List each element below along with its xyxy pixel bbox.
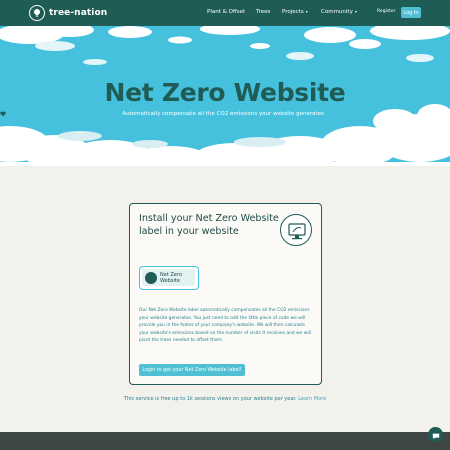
- logo[interactable]: tree-nation: [29, 5, 107, 21]
- top-navigation: tree-nation Plant & Offset Trees Project…: [0, 0, 450, 26]
- footer: [0, 432, 450, 450]
- net-zero-label-preview: Net Zero Website: [139, 266, 199, 290]
- chevron-down-icon: ▾: [354, 9, 357, 14]
- hero-subtitle: Automatically compensate all the CO2 emi…: [0, 111, 450, 117]
- login-get-label-button[interactable]: Login to get your Net Zero Website label…: [139, 364, 245, 376]
- chevron-down-icon: ▾: [305, 9, 308, 14]
- hero-banner: Net Zero Website Automatically compensat…: [0, 26, 450, 174]
- free-service-note: This service is free up to 1k sessions v…: [0, 396, 450, 402]
- nav-community-label: Community: [321, 9, 353, 15]
- label-badge-icon: [145, 271, 157, 284]
- install-label-card: Install your Net Zero Website label in y…: [129, 203, 322, 385]
- free-service-text: This service is free up to 1k sessions v…: [123, 396, 297, 402]
- nav-projects[interactable]: Projects ▾: [282, 9, 308, 15]
- card-title: Install your Net Zero Website label in y…: [139, 213, 279, 237]
- nav-plant-offset[interactable]: Plant & Offset: [207, 9, 245, 15]
- register-link[interactable]: Register: [377, 9, 396, 14]
- logo-text: tree-nation: [49, 8, 108, 18]
- label-text: Net Zero Website: [160, 272, 182, 284]
- hero-subtitle-text: Automatically compensate all the CO2 emi…: [122, 111, 324, 117]
- chat-button[interactable]: [428, 427, 443, 442]
- label-inner: Net Zero Website: [142, 269, 195, 286]
- label-line1: Net Zero: [160, 271, 182, 278]
- learn-more-link[interactable]: Learn More: [298, 396, 326, 402]
- login-button[interactable]: Log In: [401, 7, 421, 18]
- chat-icon: [432, 425, 440, 444]
- tree-logo-icon: [29, 5, 45, 21]
- page-title: Net Zero Website: [104, 78, 346, 107]
- nav-projects-label: Projects: [282, 9, 304, 15]
- card-description: Our Net Zero Website label automatically…: [139, 308, 311, 343]
- nav-trees[interactable]: Trees: [256, 9, 270, 15]
- nav-community[interactable]: Community ▾: [321, 9, 357, 15]
- label-line2: Website: [160, 277, 180, 284]
- monitor-icon: [280, 214, 312, 246]
